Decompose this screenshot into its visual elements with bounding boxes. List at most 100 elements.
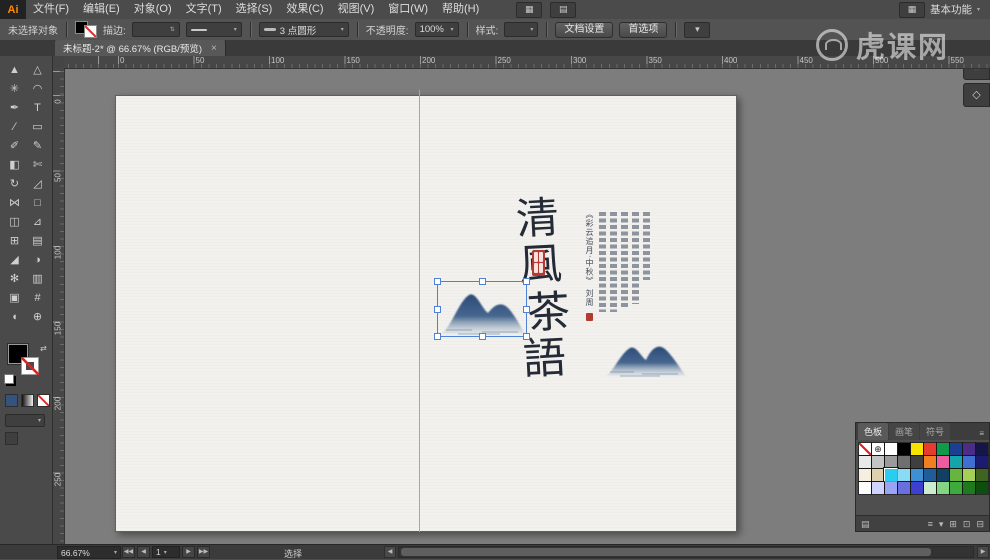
width-tool[interactable]: ⋈ (3, 194, 26, 213)
perspective-grid-tool[interactable]: ⊿ (26, 213, 49, 232)
menu-help[interactable]: 帮助(H) (435, 0, 486, 19)
menu-window[interactable]: 窗口(W) (381, 0, 435, 19)
swatch-2-9[interactable] (976, 469, 988, 481)
swatch-3-2[interactable] (885, 482, 897, 494)
swatch-0-7[interactable] (950, 443, 962, 455)
swatch-0-9[interactable] (976, 443, 988, 455)
swatches-tab-2[interactable]: 画笔 (889, 423, 920, 440)
close-icon[interactable]: × (211, 43, 217, 54)
blend-tool[interactable]: ◑ (26, 251, 49, 270)
swatch-1-7[interactable] (950, 456, 962, 468)
swatch-3-6[interactable] (937, 482, 949, 494)
selection-handle-tm[interactable] (479, 278, 486, 285)
document-tab[interactable]: 未标题-2* @ 66.67% (RGB/预览) × (55, 40, 226, 56)
type-tool[interactable]: T (26, 99, 49, 118)
document-setup-button[interactable]: 文档设置 (555, 21, 614, 38)
app-logo[interactable]: Ai (0, 0, 26, 19)
first-artboard-button[interactable]: ◀◀ (122, 546, 135, 558)
preferences-button[interactable]: 首选项 (619, 21, 668, 38)
shape-builder-tool[interactable]: ◫ (3, 213, 26, 232)
vertical-guide[interactable] (419, 90, 420, 532)
new-color-group-icon[interactable]: ⊞ (949, 517, 957, 531)
menu-object[interactable]: 对象(O) (127, 0, 179, 19)
swatch-2-8[interactable] (963, 469, 975, 481)
swatch-3-5[interactable] (924, 482, 936, 494)
swatch-3-7[interactable] (950, 482, 962, 494)
selection-handle-ml[interactable] (434, 306, 441, 313)
swatch-2-0[interactable] (859, 469, 871, 481)
control-panel-menu-icon[interactable]: ▾ (684, 21, 711, 38)
swatches-tab-1[interactable]: 色板 (858, 423, 889, 440)
mountain-artwork[interactable] (604, 334, 688, 378)
eyedropper-tool[interactable]: ◢ (3, 251, 26, 270)
drawing-modes-button[interactable]: ▾ (5, 414, 45, 427)
eraser-tool[interactable]: ◧ (3, 156, 26, 175)
direct-selection-tool[interactable]: △ (26, 61, 49, 80)
prev-artboard-button[interactable]: ◀ (137, 546, 150, 558)
slice-tool[interactable]: # (26, 289, 49, 308)
screen-mode-button[interactable] (5, 432, 18, 445)
swatch-1-9[interactable] (976, 456, 988, 468)
swatch-1-4[interactable] (911, 456, 923, 468)
stroke-swatch[interactable] (84, 25, 97, 38)
horizontal-scrollbar[interactable] (398, 546, 974, 558)
symbol-sprayer-tool[interactable]: ✻ (3, 270, 26, 289)
scrollbar-thumb[interactable] (401, 548, 931, 556)
swatch-1-0[interactable] (859, 456, 871, 468)
gradient-tool[interactable]: ▤ (26, 232, 49, 251)
swatch-2-7[interactable] (950, 469, 962, 481)
line-segment-tool[interactable]: ∕ (3, 118, 26, 137)
swatch-libraries-icon[interactable]: ▤ (861, 517, 870, 531)
seal-stamp[interactable] (532, 250, 545, 276)
selection-handle-mr[interactable] (523, 306, 530, 313)
swatch-2-1[interactable] (872, 469, 884, 481)
swatch-0-4[interactable] (911, 443, 923, 455)
new-swatch-icon[interactable]: ⊡ (963, 517, 971, 531)
workspace-switcher[interactable]: ▦ 基本功能 ▾ (898, 1, 980, 18)
swatch-1-8[interactable] (963, 456, 975, 468)
swatches-tab-3[interactable]: 符号 (920, 423, 951, 440)
menu-edit[interactable]: 编辑(E) (76, 0, 127, 19)
selection-handle-bm[interactable] (479, 333, 486, 340)
swatch-1-6[interactable] (937, 456, 949, 468)
menu-select[interactable]: 选择(S) (229, 0, 280, 19)
none-button[interactable] (37, 394, 50, 407)
horizontal-ruler[interactable]: 0 50 100 150 200 250 300 350 400 450 500 550 (64, 56, 990, 69)
document-layout-icon[interactable]: ▤ (550, 1, 577, 18)
panel-menu-icon[interactable]: ≡ (976, 427, 987, 440)
pencil-tool[interactable]: ✎ (26, 137, 49, 156)
swatch-2-4[interactable] (911, 469, 923, 481)
swatch-0-1[interactable]: ⊕ (872, 443, 884, 455)
vertical-ruler[interactable]: 0 50 100 150 200 250 (52, 68, 65, 545)
style-select[interactable]: ▾ (504, 22, 539, 37)
fill-stroke-proxy[interactable] (75, 21, 97, 38)
selected-mountain-object[interactable] (434, 278, 530, 340)
menu-file[interactable]: 文件(F) (26, 0, 76, 19)
lasso-tool[interactable]: ◠ (26, 80, 49, 99)
swatch-0-0[interactable] (859, 443, 871, 455)
selection-handle-bl[interactable] (434, 333, 441, 340)
zoom-tool[interactable]: ⊕ (26, 308, 49, 327)
spinner-icon[interactable]: ⇅ (170, 26, 175, 33)
artboard-tool[interactable]: ▣ (3, 289, 26, 308)
scale-tool[interactable]: ◿ (26, 175, 49, 194)
poem-text-block[interactable]: 《彩云追月·中秋》 刘周 (584, 210, 650, 328)
swatch-3-8[interactable] (963, 482, 975, 494)
next-artboard-button[interactable]: ▶ (182, 546, 195, 558)
opacity-select[interactable]: 100% ▾ (414, 22, 459, 37)
column-graph-tool[interactable]: ▥ (26, 270, 49, 289)
swatch-3-0[interactable] (859, 482, 871, 494)
gradient-button[interactable] (21, 394, 34, 407)
width-profile-select[interactable]: ▾ (185, 22, 242, 37)
swatch-3-4[interactable] (911, 482, 923, 494)
delete-swatch-icon[interactable]: ⊟ (976, 517, 984, 531)
swatch-1-3[interactable] (898, 456, 910, 468)
swatch-1-1[interactable] (872, 456, 884, 468)
swatch-0-6[interactable] (937, 443, 949, 455)
magic-wand-tool[interactable]: ✳ (3, 80, 26, 99)
color-button[interactable] (5, 394, 18, 407)
menu-effect[interactable]: 效果(C) (279, 0, 330, 19)
swatch-2-3[interactable] (898, 469, 910, 481)
selection-tool[interactable]: ▲ (3, 61, 26, 80)
hand-tool[interactable]: ◖ (3, 308, 26, 327)
